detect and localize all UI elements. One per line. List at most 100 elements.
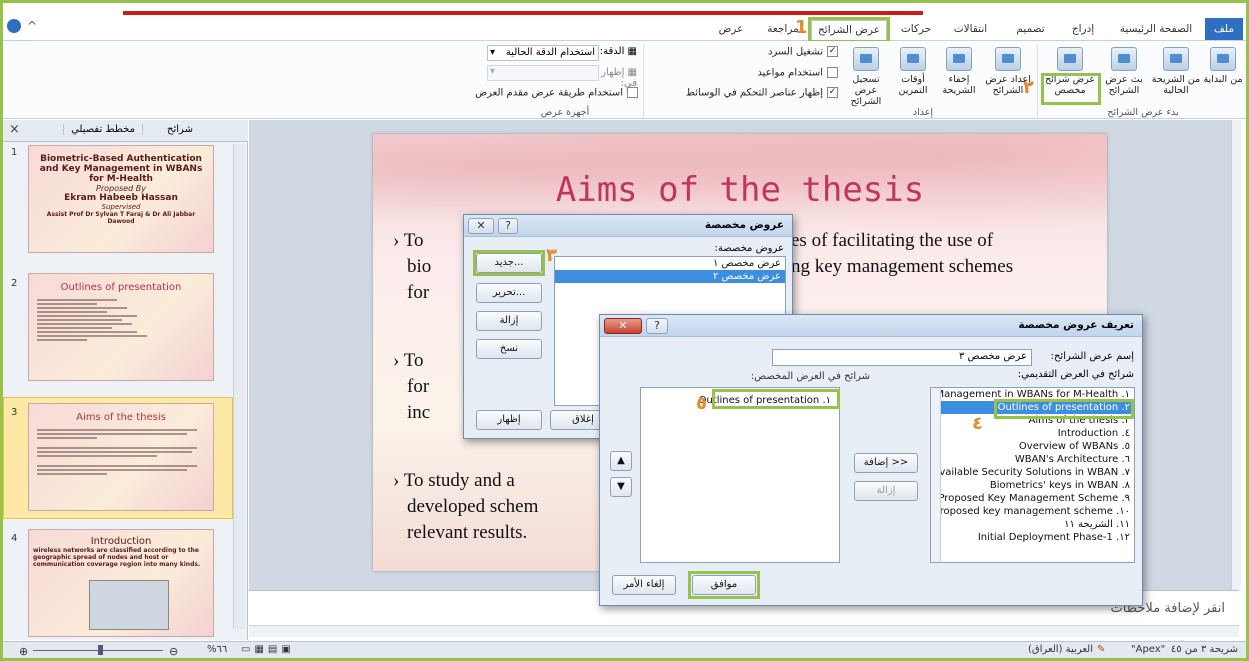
list-item[interactable]: ٦. WBAN's Architecture	[931, 453, 1134, 466]
setup-show-button[interactable]: إعداد عرض الشرائح	[983, 47, 1033, 96]
language-status[interactable]: العربية (العراق)	[1013, 644, 1093, 655]
cancel-button[interactable]: إلغاء الأمر	[612, 575, 676, 595]
remove-button[interactable]: إزالة	[476, 311, 542, 331]
show-media-controls-checkbox[interactable]: ✓ إظهار عناصر التحكم في الوسائط	[653, 87, 838, 99]
help-icon[interactable]	[7, 19, 21, 33]
thumb-subtitle: Proposed By	[96, 184, 146, 193]
list-scrollbar[interactable]	[931, 388, 941, 562]
custom-show-slides-list[interactable]: ١. Outlines of presentation	[640, 387, 840, 563]
setup-show-icon	[995, 47, 1021, 71]
thumb-supervised: Supervised	[101, 203, 141, 211]
slides-panel-scrollbar[interactable]	[233, 144, 245, 629]
from-beginning-button[interactable]: من البداية	[1203, 47, 1243, 85]
remove-button[interactable]: إزالة	[854, 481, 918, 501]
hide-slide-button[interactable]: إخفاء الشريحة	[937, 47, 981, 96]
presenter-view-checkbox[interactable]: استخدام طريقة عرض مقدم العرض	[475, 87, 638, 99]
slide-bullet-1-line3: for	[407, 282, 430, 303]
zoom-slider-thumb[interactable]	[98, 645, 103, 655]
group-start-label: بدء عرض الشرائح	[1107, 107, 1179, 118]
list-item[interactable]: ٨. Biometrics' keys in WBAN	[931, 479, 1134, 492]
checkbox-unchecked[interactable]	[627, 87, 638, 98]
close-icon[interactable]: ✕	[468, 218, 494, 234]
help-icon[interactable]: ?	[498, 218, 518, 234]
record-show-button[interactable]: تسجيل عرض الشرائح	[841, 47, 891, 107]
move-up-button[interactable]: ▲	[610, 451, 632, 471]
add-button[interactable]: إضافة >>	[854, 453, 918, 473]
list-item[interactable]: ٥. Overview of WBANs	[931, 440, 1134, 453]
tab-file[interactable]: ملف	[1205, 18, 1243, 40]
tab-view[interactable]: عرض	[713, 20, 749, 40]
checkbox-checked[interactable]: ✓	[827, 46, 838, 57]
from-beginning-label: من البداية	[1203, 74, 1243, 85]
slide-thumbnail-4[interactable]: Introduction wireless networks are class…	[28, 529, 214, 637]
slide-bullet-3[interactable]: › To study and a	[393, 468, 515, 493]
tab-animations[interactable]: حركات	[895, 20, 937, 40]
tab-home[interactable]: الصفحة الرئيسية	[1113, 20, 1199, 40]
tab-slide-show[interactable]: عرض الشرائح	[811, 20, 887, 40]
edit-button[interactable]: تحرير...	[476, 283, 542, 303]
broadcast-icon	[1111, 47, 1137, 71]
slide-bullet-1[interactable]: › To	[393, 228, 424, 253]
list-item[interactable]: ١٠. of proposed key management scheme	[931, 505, 1134, 518]
slide-bullet-1-line2: bio	[407, 256, 432, 277]
hide-slide-label: إخفاء الشريحة	[942, 74, 976, 96]
slide-bullet-2[interactable]: › To	[393, 348, 424, 373]
tab-design[interactable]: تصميم	[1008, 20, 1053, 40]
close-panel-icon[interactable]: ×	[9, 122, 20, 137]
list-item-selected[interactable]: عرض مخصص ٢	[555, 270, 785, 283]
show-media-controls-label: إظهار عناصر التحكم في الوسائط	[685, 87, 823, 99]
show-button[interactable]: إظهار	[476, 410, 542, 430]
list-item[interactable]: ٤. Introduction	[931, 427, 1134, 440]
play-from-start-icon	[1210, 47, 1236, 71]
horizontal-scrollbar[interactable]	[249, 625, 1239, 637]
slide-thumbnail-3[interactable]: Aims of the thesis	[28, 403, 214, 511]
tab-insert[interactable]: إدراج	[1063, 20, 1103, 40]
slide-bullet-3-line2: developed schem	[407, 496, 539, 517]
show-on-dropdown[interactable]: ▾	[487, 65, 599, 81]
checkbox-checked[interactable]: ✓	[827, 87, 838, 98]
use-timings-label: استخدام مواعيد	[757, 67, 823, 79]
list-item[interactable]: ١١. الشريحة ١١	[931, 518, 1134, 531]
slide-vertical-scrollbar[interactable]	[1231, 120, 1241, 590]
broadcast-button[interactable]: بث عرض الشرائح	[1101, 47, 1147, 96]
list-item[interactable]: عرض مخصص ١	[555, 257, 785, 270]
stopwatch-icon	[900, 47, 926, 71]
custom-show-icon	[1057, 47, 1083, 71]
show-on-label-text: إظهار في:	[601, 67, 637, 89]
zoom-level[interactable]: %٦٦	[207, 644, 227, 655]
show-name-input[interactable]: عرض مخصص ٣	[772, 349, 1032, 366]
help-icon[interactable]: ?	[646, 318, 668, 334]
thumb-text-line	[37, 311, 107, 313]
list-item[interactable]: ٩. Proposed Key Management Scheme	[931, 492, 1134, 505]
move-down-button[interactable]: ▼	[610, 477, 632, 497]
view-buttons-icon[interactable]: ▭▦▤▣	[241, 644, 295, 655]
thumb-text-line	[37, 303, 97, 305]
slide-number: 4	[11, 533, 18, 544]
thumb-title: Biometric-Based Authentication and Key M…	[39, 154, 203, 184]
tab-outline[interactable]: مخطط تفصيلي	[63, 124, 143, 135]
slide-thumbnail-2[interactable]: Outlines of presentation	[28, 273, 214, 381]
minimize-ribbon-icon[interactable]: ^	[27, 19, 37, 33]
broadcast-label: بث عرض الشرائح	[1105, 74, 1143, 96]
play-narrations-checkbox[interactable]: ✓ تشغيل السرد	[748, 46, 838, 58]
list-item[interactable]: ٧. Available Security Solutions in WBAN	[931, 466, 1134, 479]
from-current-button[interactable]: من الشريحة الحالية	[1151, 47, 1201, 96]
rehearse-label: أوقات التمرين	[898, 74, 928, 96]
resolution-dropdown[interactable]: استخدام الدقة الحالية ▾	[487, 45, 599, 61]
list-item[interactable]: ١٢. Initial Deployment Phase-1	[931, 531, 1134, 544]
zoom-out-icon[interactable]: ⊖	[169, 645, 178, 658]
copy-button[interactable]: نسخ	[476, 339, 542, 359]
dialog-title: تعريف عروض مخصصة	[1018, 319, 1134, 331]
zoom-in-icon[interactable]: ⊕	[19, 645, 28, 658]
rehearse-button[interactable]: أوقات التمرين	[893, 47, 933, 96]
slide-thumbnail-1[interactable]: Biometric-Based Authentication and Key M…	[28, 145, 214, 253]
checkbox-unchecked[interactable]	[827, 67, 838, 78]
close-icon[interactable]: ✕	[604, 318, 642, 334]
annotation-5: ٥	[696, 393, 707, 414]
slide-title[interactable]: Aims of the thesis	[373, 170, 1107, 210]
use-timings-checkbox[interactable]: استخدام مواعيد	[743, 67, 838, 79]
tab-transitions[interactable]: انتقالات	[943, 20, 998, 40]
spell-check-icon[interactable]: ✎	[1097, 644, 1105, 655]
resolution-value: استخدام الدقة الحالية	[505, 47, 595, 58]
tab-slides[interactable]: شرائح	[145, 124, 215, 135]
